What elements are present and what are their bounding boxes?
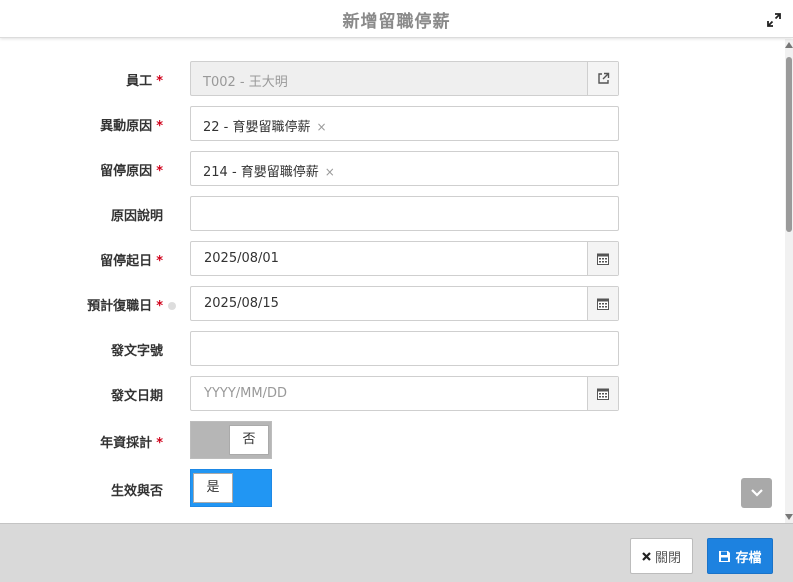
doc-number-row: 發文字號	[0, 331, 785, 367]
close-button[interactable]: 關閉	[630, 538, 693, 574]
change-reason-select[interactable]: 22 - 育嬰留職停薪 ×	[190, 106, 619, 141]
doc-date-label: 發文日期	[110, 389, 163, 404]
reason-desc-input[interactable]	[190, 196, 619, 231]
seniority-label: 年資採計 *	[100, 436, 163, 451]
expected-return-calendar-button[interactable]	[587, 287, 618, 320]
employee-value: T002 - 王大明	[203, 75, 288, 90]
clear-suspend-reason-icon[interactable]: ×	[325, 165, 335, 179]
info-dot-icon	[168, 302, 176, 310]
employee-field: T002 - 王大明	[190, 61, 619, 96]
suspend-start-label: 留停起日 *	[100, 254, 163, 269]
suspend-reason-value: 214 - 育嬰留職停薪	[203, 165, 319, 180]
doc-date-input[interactable]: YYYY/MM/DD	[190, 376, 619, 411]
save-button-label: 存檔	[735, 550, 762, 566]
effective-row: 生效與否 是	[0, 469, 785, 507]
reason-desc-label: 原因說明	[110, 209, 163, 224]
scroll-down-arrow-icon[interactable]	[785, 514, 793, 520]
employee-row: 員工 * T002 - 王大明	[0, 61, 785, 97]
change-reason-label: 異動原因 *	[100, 119, 163, 134]
scroll-down-button[interactable]	[741, 478, 772, 508]
form-body: 員工 * T002 - 王大明 異動原因 * 22 - 育嬰留職停薪 × 留停原因 *	[0, 39, 785, 523]
expand-icon[interactable]	[767, 12, 781, 27]
seniority-toggle-knob: 否	[229, 425, 269, 455]
effective-label: 生效與否	[110, 484, 163, 499]
required-mark: *	[156, 299, 163, 314]
expected-return-row: 預計復職日 * 2025/08/15	[0, 286, 785, 322]
employee-label: 員工 *	[126, 74, 163, 89]
change-reason-value: 22 - 育嬰留職停薪	[203, 120, 311, 135]
suspend-start-date-input[interactable]: 2025/08/01	[190, 241, 619, 276]
external-link-icon	[597, 72, 609, 84]
dialog-title: 新增留職停薪	[342, 12, 451, 32]
vertical-scrollbar[interactable]	[785, 39, 793, 523]
reason-desc-row: 原因說明	[0, 196, 785, 232]
required-mark: *	[156, 436, 163, 451]
doc-date-placeholder: YYYY/MM/DD	[204, 386, 287, 401]
effective-toggle-knob: 是	[193, 473, 233, 503]
suspend-start-row: 留停起日 * 2025/08/01	[0, 241, 785, 277]
seniority-toggle[interactable]: 否	[190, 421, 272, 459]
suspend-reason-select[interactable]: 214 - 育嬰留職停薪 ×	[190, 151, 619, 186]
close-icon	[642, 551, 651, 561]
effective-toggle[interactable]: 是	[190, 469, 272, 507]
scroll-thumb[interactable]	[786, 57, 792, 232]
dialog-footer: 關閉 存檔	[0, 523, 793, 582]
dialog-header: 新增留職停薪	[0, 0, 793, 38]
doc-number-label: 發文字號	[110, 344, 163, 359]
required-mark: *	[156, 164, 163, 179]
close-button-label: 關閉	[654, 550, 681, 566]
calendar-icon	[597, 298, 609, 310]
expected-return-label: 預計復職日 *	[87, 295, 176, 314]
save-button[interactable]: 存檔	[707, 538, 773, 574]
suspend-start-calendar-button[interactable]	[587, 242, 618, 275]
suspend-reason-label: 留停原因 *	[100, 164, 163, 179]
expected-return-value: 2025/08/15	[204, 296, 279, 311]
expected-return-date-input[interactable]: 2025/08/15	[190, 286, 619, 321]
required-mark: *	[156, 254, 163, 269]
suspend-start-value: 2025/08/01	[204, 251, 279, 266]
dialog: 新增留職停薪 員工 * T002 - 王大明 異動原因 * 22 - 育嬰留職停…	[0, 0, 793, 582]
suspend-reason-row: 留停原因 * 214 - 育嬰留職停薪 ×	[0, 151, 785, 187]
required-mark: *	[156, 119, 163, 134]
chevron-down-icon	[750, 489, 763, 497]
required-mark: *	[156, 74, 163, 89]
seniority-row: 年資採計 * 否	[0, 421, 785, 459]
doc-date-calendar-button[interactable]	[587, 377, 618, 410]
clear-change-reason-icon[interactable]: ×	[317, 120, 327, 134]
save-icon	[718, 550, 731, 563]
doc-date-row: 發文日期 YYYY/MM/DD	[0, 376, 785, 412]
calendar-icon	[597, 253, 609, 265]
open-employee-button[interactable]	[587, 62, 618, 95]
change-reason-row: 異動原因 * 22 - 育嬰留職停薪 ×	[0, 106, 785, 142]
calendar-icon	[597, 388, 609, 400]
scroll-up-arrow-icon[interactable]	[785, 42, 793, 48]
doc-number-input[interactable]	[190, 331, 619, 366]
